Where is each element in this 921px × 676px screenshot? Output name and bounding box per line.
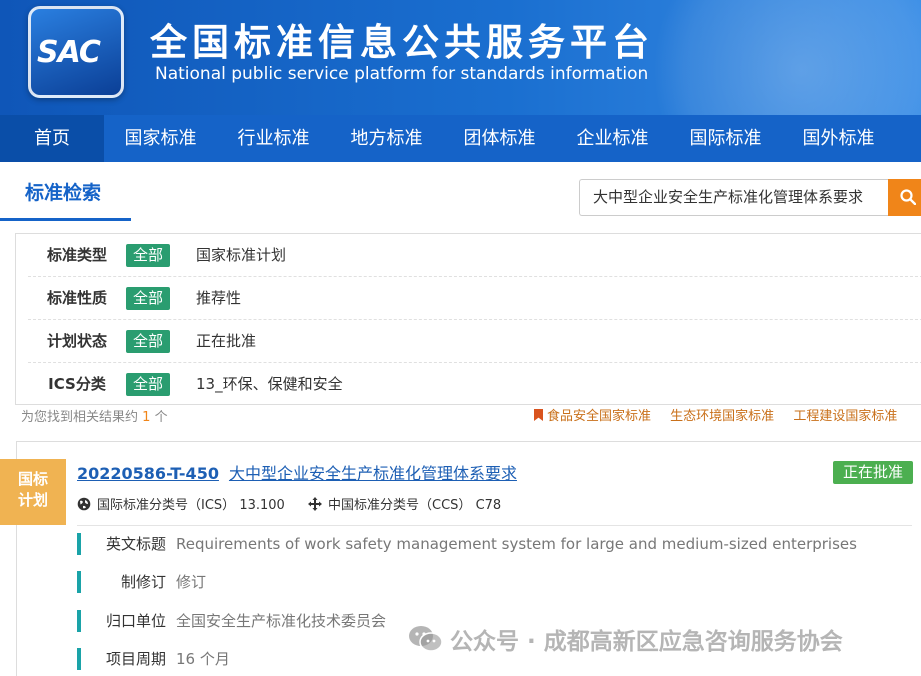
filter-row-ics: ICS分类 全部 13_环保、保健和安全 — [28, 363, 921, 406]
result-code: 20220586-T-450 — [77, 464, 219, 483]
filter-row-nature: 标准性质 全部 推荐性 — [28, 277, 921, 320]
detail-bar — [77, 533, 81, 555]
filter-all-button[interactable]: 全部 — [126, 330, 170, 353]
wechat-watermark: 公众号 · 成都高新区应急咨询服务协会 — [408, 622, 843, 656]
filter-all-button[interactable]: 全部 — [126, 373, 170, 396]
site-title-en: National public service platform for sta… — [155, 64, 649, 84]
status-badge: 正在批准 — [833, 461, 913, 484]
result-count-number: 1 — [142, 410, 151, 425]
nav-item-local[interactable]: 地方标准 — [330, 115, 443, 162]
nav-item-national[interactable]: 国家标准 — [104, 115, 217, 162]
filter-all-button[interactable]: 全部 — [126, 244, 170, 267]
filter-label: 标准性质 — [46, 289, 107, 307]
filter-value[interactable]: 推荐性 — [196, 277, 241, 320]
detail-key: 制修订 — [120, 573, 166, 591]
nav-item-home[interactable]: 首页 — [0, 115, 104, 162]
site-banner: SAC 全国标准信息公共服务平台 National public service… — [0, 0, 921, 115]
category-links: 食品安全国家标准 生态环境国家标准 工程建设国家标准 — [534, 405, 912, 424]
nav-item-more[interactable]: 投 — [895, 115, 921, 162]
filter-value[interactable]: 13_环保、保健和安全 — [196, 363, 343, 406]
nav-item-enterprise[interactable]: 企业标准 — [556, 115, 669, 162]
wechat-icon — [409, 626, 443, 652]
site-title-cn: 全国标准信息公共服务平台 — [150, 21, 654, 64]
filter-row-status: 计划状态 全部 正在批准 — [28, 320, 921, 363]
divider — [77, 525, 912, 526]
detail-bar — [77, 610, 81, 632]
detail-value: 全国安全生产标准化技术委员会 — [176, 612, 387, 630]
logo-text: SAC — [37, 35, 101, 70]
link-eco-environment[interactable]: 生态环境国家标准 — [670, 409, 774, 424]
result-count: 为您找到相关结果约 1 个 — [21, 406, 168, 425]
filter-row-type: 标准类型 全部 国家标准计划 — [28, 234, 921, 277]
ccs-label: 中国标准分类号（CCS） — [328, 498, 472, 513]
ccs-meta: 中国标准分类号（CCS） C78 — [308, 494, 501, 513]
search-input[interactable]: 大中型企业安全生产标准化管理体系要求 — [579, 179, 889, 216]
ics-meta: 国际标准分类号（ICS） 13.100 — [77, 494, 285, 513]
detail-value: Requirements of work safety management s… — [176, 535, 857, 553]
nav-item-international[interactable]: 国际标准 — [669, 115, 782, 162]
filter-label: ICS分类 — [48, 375, 106, 393]
link-food-safety[interactable]: 食品安全国家标准 — [534, 409, 651, 424]
move-arrows-icon — [308, 497, 322, 511]
nav-item-industry[interactable]: 行业标准 — [217, 115, 330, 162]
globe-decoration — [621, 0, 921, 115]
detail-key: 英文标题 — [105, 535, 166, 553]
filter-panel: 标准类型 全部 国家标准计划 标准性质 全部 推荐性 计划状态 全部 正在批准 … — [15, 233, 921, 405]
detail-value: 16 个月 — [176, 650, 230, 668]
filter-value[interactable]: 正在批准 — [196, 320, 256, 363]
result-title-link[interactable]: 20220586-T-450 大中型企业安全生产标准化管理体系要求 — [77, 460, 517, 484]
link-engineering[interactable]: 工程建设国家标准 — [793, 409, 897, 424]
result-count-suffix: 个 — [154, 410, 168, 425]
sac-logo[interactable]: SAC — [28, 6, 124, 98]
filter-label: 计划状态 — [46, 332, 107, 350]
ics-label: 国际标准分类号（ICS） — [97, 498, 236, 513]
tab-standard-search[interactable]: 标准检索 — [0, 172, 131, 221]
filter-label: 标准类型 — [46, 246, 107, 264]
ics-value: 13.100 — [239, 498, 285, 513]
detail-key: 归口单位 — [105, 612, 166, 630]
bookmark-icon — [534, 409, 543, 421]
search-icon — [900, 189, 916, 205]
nav-item-foreign[interactable]: 国外标准 — [782, 115, 895, 162]
detail-value: 修订 — [176, 573, 207, 591]
detail-key: 项目周期 — [105, 650, 166, 668]
detail-bar — [77, 571, 81, 593]
tag-line: 国标 — [17, 470, 48, 488]
ccs-value: C78 — [475, 498, 502, 513]
result-count-prefix: 为您找到相关结果约 — [21, 410, 139, 425]
globe-icon — [77, 497, 91, 511]
filter-all-button[interactable]: 全部 — [126, 287, 170, 310]
detail-bar — [77, 648, 81, 670]
tag-line: 计划 — [17, 491, 48, 509]
result-title: 大中型企业安全生产标准化管理体系要求 — [228, 464, 517, 483]
nav-item-group[interactable]: 团体标准 — [443, 115, 556, 162]
watermark-text: 公众号 · 成都高新区应急咨询服务协会 — [450, 629, 843, 655]
filter-value[interactable]: 国家标准计划 — [196, 234, 286, 277]
main-nav: 首页 国家标准 行业标准 地方标准 团体标准 企业标准 国际标准 国外标准 投 — [0, 115, 921, 162]
search-button[interactable] — [888, 179, 921, 216]
result-type-tag: 国标 计划 — [0, 459, 66, 525]
